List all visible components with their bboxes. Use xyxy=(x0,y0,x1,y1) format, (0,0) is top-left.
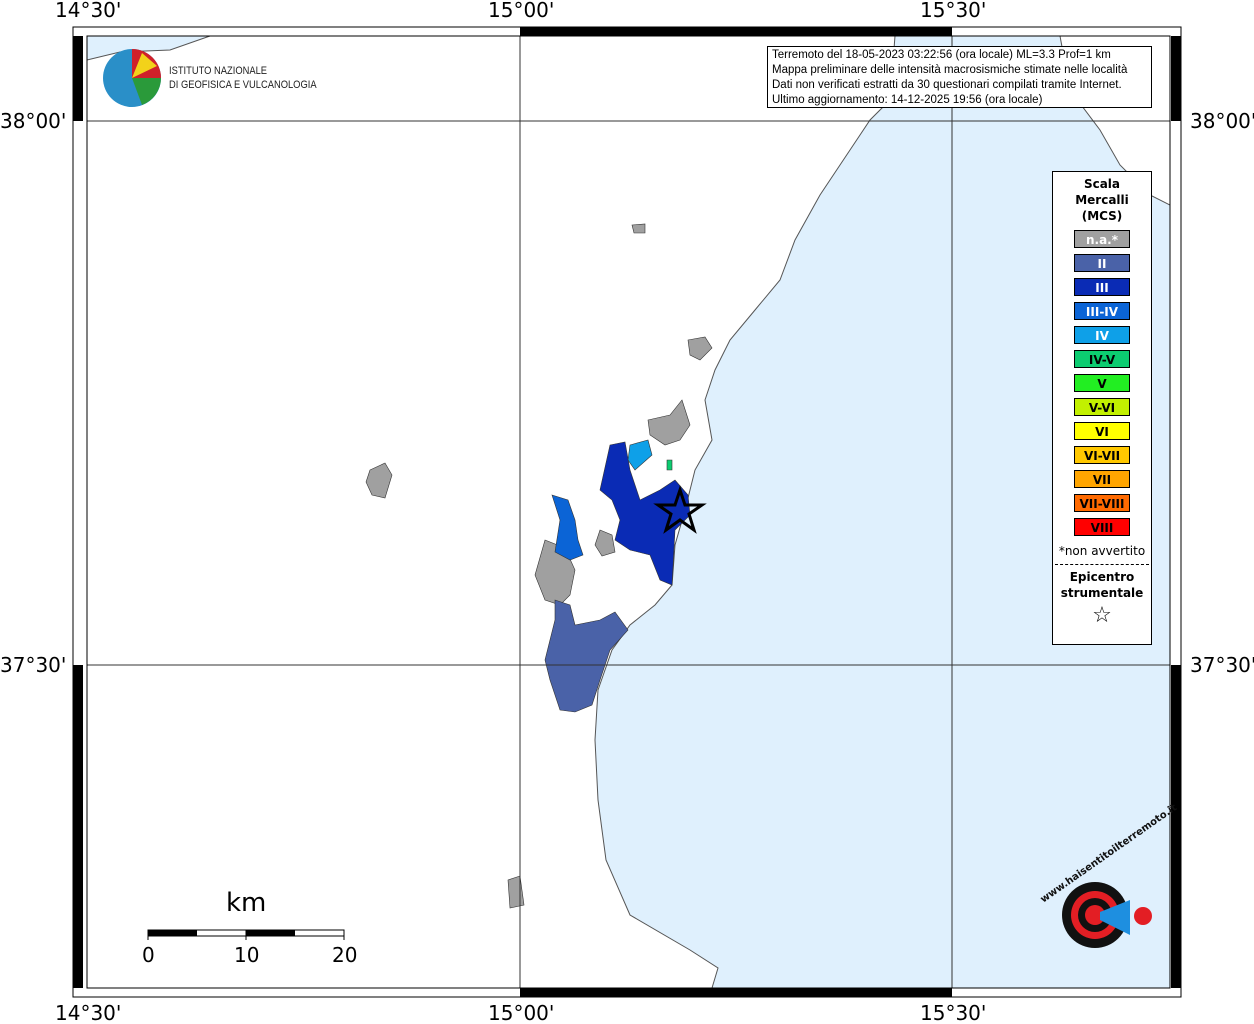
area-na xyxy=(631,223,646,234)
lon-label: 15°30' xyxy=(920,0,987,22)
legend-swatch: III-IV xyxy=(1074,302,1130,320)
legend-epicentre: strumentale xyxy=(1060,586,1144,600)
legend-swatch: IV xyxy=(1074,326,1130,344)
ingv-logo-text: ISTITUTO NAZIONALE DI GEOFISICA E VULCANO… xyxy=(169,64,317,92)
info-line: Dati non verificati estratti da 30 quest… xyxy=(772,79,1122,91)
scale-tick: 20 xyxy=(332,943,358,967)
legend-swatch: VI-VII xyxy=(1074,446,1130,464)
legend-title: Scala xyxy=(1083,177,1121,191)
legend-swatch: IV-V xyxy=(1074,350,1130,368)
legend-swatch: V-VI xyxy=(1074,398,1130,416)
legend-swatch: VIII xyxy=(1074,518,1130,536)
legend-swatch: V xyxy=(1074,374,1130,392)
scale-tick: 0 xyxy=(142,943,155,967)
legend-swatch: VII xyxy=(1074,470,1130,488)
lat-label: 37°30' xyxy=(0,653,67,677)
legend-swatch: VII-VIII xyxy=(1074,494,1130,512)
scale-tick: 10 xyxy=(234,943,260,967)
lat-label: 38°00' xyxy=(0,109,67,133)
lon-label: 14°30' xyxy=(55,0,122,22)
legend-note: *non avvertito xyxy=(1058,544,1146,558)
lat-label: 38°00' xyxy=(1190,109,1254,133)
scale-unit: km xyxy=(226,888,267,918)
info-line: Ultimo aggiornamento: 14-12-2025 19:56 (… xyxy=(772,94,1043,106)
lat-label: 37°30' xyxy=(1190,653,1254,677)
lon-label: 15°00' xyxy=(488,0,555,22)
event-info-box: Terremoto del 18-05-2023 03:22:56 (ora l… xyxy=(767,46,1152,108)
lon-label: 14°30' xyxy=(55,1001,122,1024)
info-line: Mappa preliminare delle intensità macros… xyxy=(772,64,1128,76)
star-icon: ☆ xyxy=(1092,603,1112,628)
legend-swatch: III xyxy=(1074,278,1130,296)
legend-swatch: n.a.* xyxy=(1074,230,1130,248)
legend-title: Mercalli xyxy=(1075,193,1129,207)
logo-line: DI GEOFISICA E VULCANOLOGIA xyxy=(169,79,317,91)
legend-epicentre: Epicentro xyxy=(1069,570,1135,584)
intensity-map: ISTITUTO NAZIONALE DI GEOFISICA E VULCANO… xyxy=(0,0,1254,1024)
info-line: Terremoto del 18-05-2023 03:22:56 (ora l… xyxy=(772,49,1111,61)
mercalli-legend: Scala Mercalli (MCS) n.a.* II III III-IV IV IV-… xyxy=(1052,171,1152,645)
lon-label: 15°00' xyxy=(488,1001,555,1024)
area-IV-V xyxy=(666,459,673,471)
logo-line: ISTITUTO NAZIONALE xyxy=(169,65,268,77)
legend-swatch: II xyxy=(1074,254,1130,272)
legend-swatch: VI xyxy=(1074,422,1130,440)
legend-title: (MCS) xyxy=(1081,209,1123,223)
lon-label: 15°30' xyxy=(920,1001,987,1024)
